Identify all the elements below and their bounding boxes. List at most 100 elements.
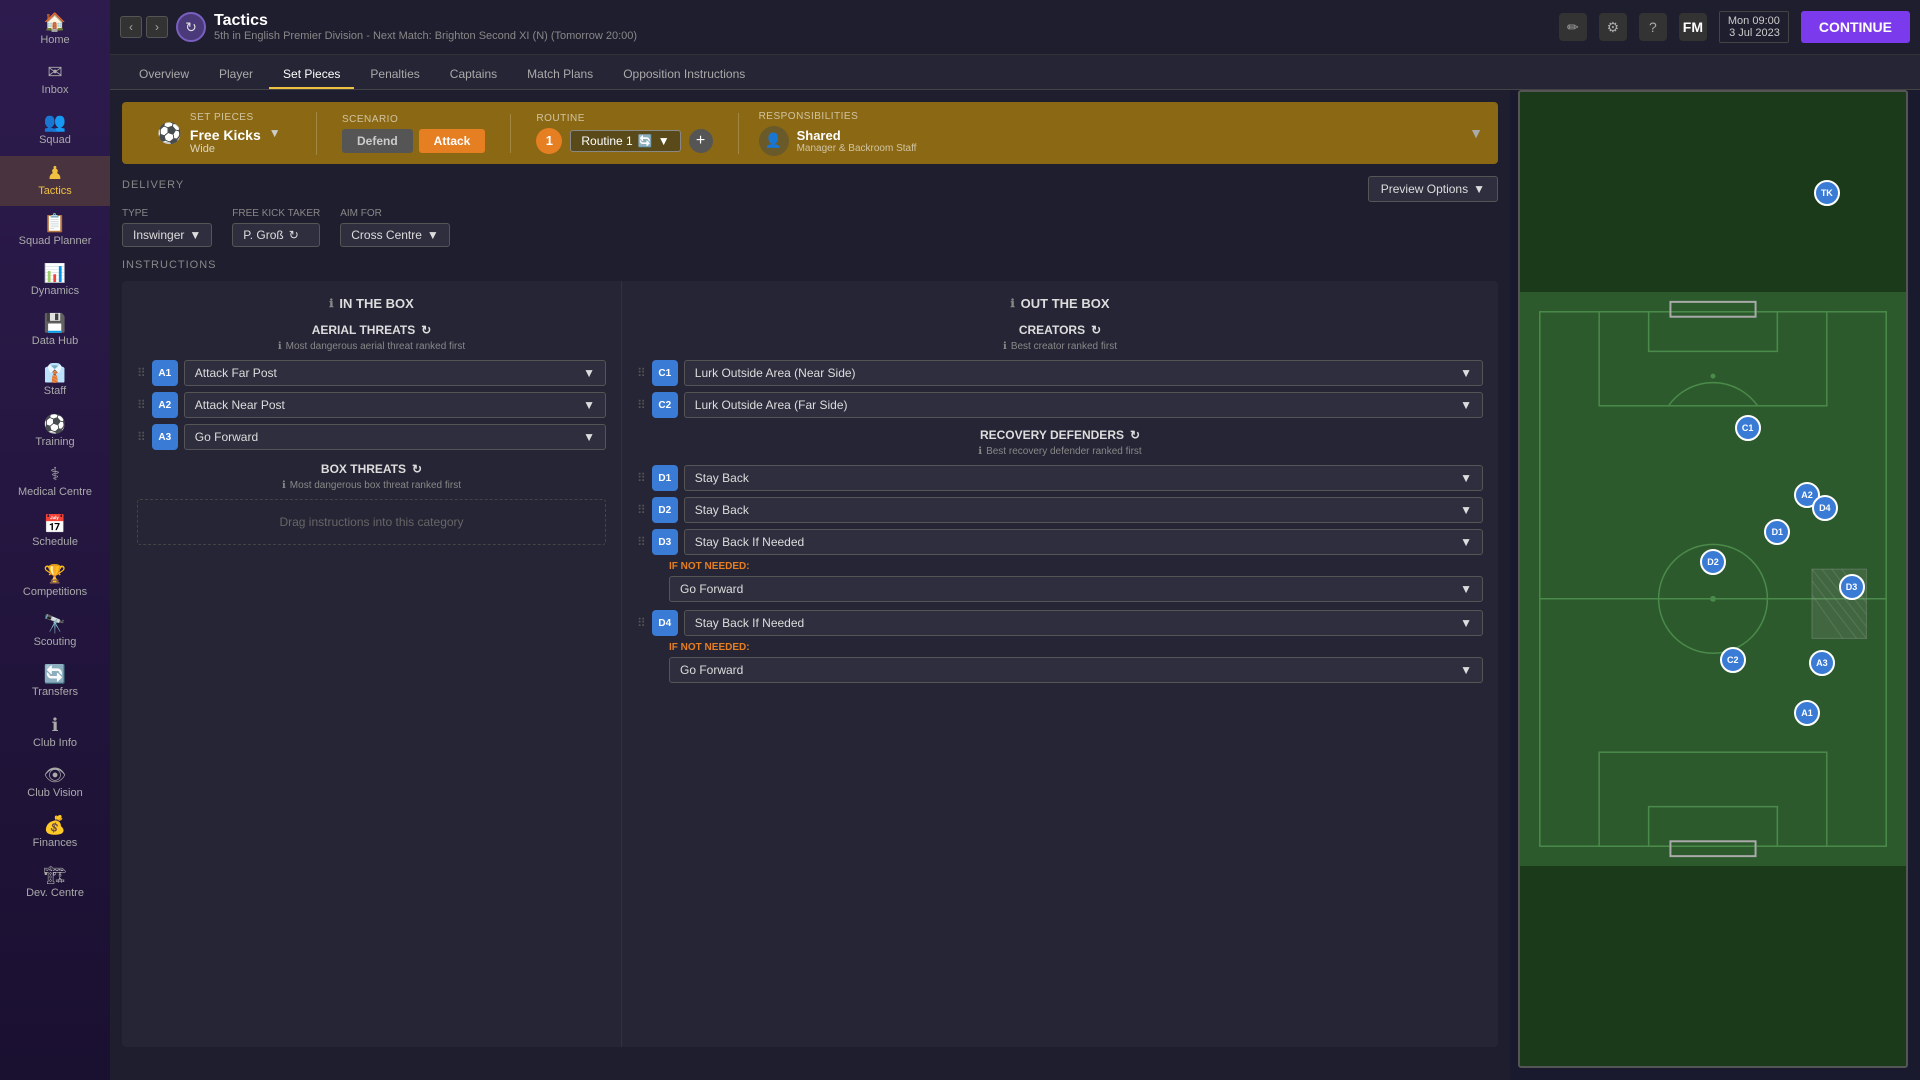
sidebar-item-inbox[interactable]: ✉Inbox (0, 55, 110, 105)
info-icon[interactable]: ? (1639, 13, 1667, 41)
tactics-icon: ♟ (47, 164, 63, 182)
recovery-refresh-icon[interactable]: ↻ (1130, 428, 1140, 442)
instr-select-d1[interactable]: Stay Back ▼ (684, 465, 1483, 491)
drag-handle[interactable]: ⠿ (137, 366, 146, 380)
creators-rows: ⠿ C1 Lurk Outside Area (Near Side) ▼ ⠿ C… (637, 360, 1483, 418)
tab-set-pieces[interactable]: Set Pieces (269, 61, 354, 89)
box-note-icon: ℹ (282, 480, 286, 491)
routine-dropdown[interactable]: Routine 1 🔄 ▼ (570, 130, 680, 152)
free-kick-label: Free Kicks (190, 127, 261, 143)
instr-select-d4[interactable]: Stay Back If Needed ▼ (684, 610, 1483, 636)
staff-icon: 👔 (44, 364, 66, 382)
player-token-tk[interactable]: TK (1814, 180, 1840, 206)
aerial-refresh-icon[interactable]: ↻ (421, 323, 431, 337)
player-token-d1[interactable]: D1 (1764, 519, 1790, 545)
player-token-d2[interactable]: D2 (1700, 549, 1726, 575)
instr-select-c1[interactable]: Lurk Outside Area (Near Side) ▼ (684, 360, 1483, 386)
drag-handle[interactable]: ⠿ (137, 398, 146, 412)
inbox-label: Inbox (42, 84, 69, 97)
sidebar-item-dev-centre[interactable]: 🏗Dev. Centre (0, 858, 110, 908)
instr-select-d3[interactable]: Stay Back If Needed ▼ (684, 529, 1483, 555)
drag-handle[interactable]: ⠿ (637, 616, 646, 630)
player-token-c2[interactable]: C2 (1720, 647, 1746, 673)
creators-refresh-icon[interactable]: ↻ (1091, 323, 1101, 337)
attack-button[interactable]: Attack (419, 129, 486, 153)
page-subtitle: 5th in English Premier Division - Next M… (214, 30, 1559, 42)
free-kick-taker-select[interactable]: P. Groß ↻ (232, 223, 320, 247)
defend-button[interactable]: Defend (342, 129, 413, 153)
shared-sub: Manager & Backroom Staff (797, 143, 917, 154)
set-pieces-label: SET PIECES (190, 112, 261, 123)
if-not-needed-label: IF NOT NEEDED: (669, 642, 1483, 653)
routine-add-button[interactable]: + (689, 129, 713, 153)
pitch-panel: TKC1A2D4D3D1D2C2A3A1 (1518, 90, 1908, 1068)
instr-select-a2[interactable]: Attack Near Post ▼ (184, 392, 606, 418)
drag-handle[interactable]: ⠿ (137, 430, 146, 444)
sidebar-item-transfers[interactable]: 🔄Transfers (0, 657, 110, 707)
dev-centre-icon: 🏗 (44, 866, 67, 884)
transfers-icon: 🔄 (44, 665, 66, 683)
sidebar-item-medical[interactable]: ⚕Medical Centre (0, 457, 110, 507)
continue-button[interactable]: CONTINUE (1801, 11, 1910, 43)
refresh-button[interactable]: ↻ (176, 12, 206, 42)
sidebar-item-schedule[interactable]: 📅Schedule (0, 507, 110, 557)
creator-row-c2: ⠿ C2 Lurk Outside Area (Far Side) ▼ (637, 392, 1483, 418)
if-not-needed-select-d3[interactable]: Go Forward ▼ (669, 576, 1483, 602)
sidebar-item-finances[interactable]: 💰Finances (0, 808, 110, 858)
nav-back[interactable]: ‹ (120, 16, 142, 38)
data-hub-icon: 💾 (44, 314, 66, 332)
instr-select-c2[interactable]: Lurk Outside Area (Far Side) ▼ (684, 392, 1483, 418)
player-token-d3[interactable]: D3 (1839, 574, 1865, 600)
sidebar-item-tactics[interactable]: ♟Tactics (0, 156, 110, 206)
help-icon[interactable]: ⚙ (1599, 13, 1627, 41)
if-not-needed-d4: IF NOT NEEDED: Go Forward ▼ (669, 642, 1483, 683)
drag-handle[interactable]: ⠿ (637, 503, 646, 517)
sidebar-item-staff[interactable]: 👔 Staff (0, 356, 110, 406)
tab-opposition[interactable]: Opposition Instructions (609, 61, 759, 89)
aim-for-select[interactable]: Cross Centre ▼ (340, 223, 450, 247)
type-select[interactable]: Inswinger ▼ (122, 223, 212, 247)
tab-captains[interactable]: Captains (436, 61, 511, 89)
tab-player[interactable]: Player (205, 61, 267, 89)
responsibilities-expand[interactable]: ▼ (1469, 125, 1483, 141)
sidebar-item-dynamics[interactable]: 📊Dynamics (0, 256, 110, 306)
training-label: Training (35, 436, 74, 449)
aerial-row-a3: ⠿ A3 Go Forward ▼ (137, 424, 606, 450)
nav-forward[interactable]: › (146, 16, 168, 38)
sidebar-item-training[interactable]: ⚽Training (0, 407, 110, 457)
instructions-area: ℹ IN THE BOX AERIAL THREATS ↻ ℹ Most dan… (122, 281, 1498, 1047)
fm-icon[interactable]: FM (1679, 13, 1707, 41)
drag-handle[interactable]: ⠿ (637, 398, 646, 412)
player-token-a3[interactable]: A3 (1809, 650, 1835, 676)
sidebar-item-club-info[interactable]: ℹClub Info (0, 708, 110, 758)
box-refresh-icon[interactable]: ↻ (412, 462, 422, 476)
player-token-a1[interactable]: A1 (1794, 700, 1820, 726)
tab-match-plans[interactable]: Match Plans (513, 61, 607, 89)
sidebar-item-data-hub[interactable]: 💾Data Hub (0, 306, 110, 356)
tab-penalties[interactable]: Penalties (356, 61, 433, 89)
player-token-d4[interactable]: D4 (1812, 495, 1838, 521)
staff-label: Staff (44, 385, 66, 398)
player-token-c1[interactable]: C1 (1735, 415, 1761, 441)
recovery-note: ℹ Best recovery defender ranked first (637, 446, 1483, 457)
preview-options-button[interactable]: Preview Options ▼ (1368, 176, 1498, 202)
instr-select-a1[interactable]: Attack Far Post ▼ (184, 360, 606, 386)
type-chevron-icon: ▼ (189, 228, 201, 242)
sidebar-item-squad[interactable]: 👥Squad (0, 105, 110, 155)
routine-controls: 1 Routine 1 🔄 ▼ + (536, 128, 712, 154)
drag-handle[interactable]: ⠿ (637, 535, 646, 549)
edit-icon[interactable]: ✏ (1559, 13, 1587, 41)
free-kicks-expand[interactable]: ▼ (269, 126, 281, 140)
sidebar-item-scouting[interactable]: 🔭Scouting (0, 607, 110, 657)
sidebar-item-competitions[interactable]: 🏆Competitions (0, 557, 110, 607)
drag-handle[interactable]: ⠿ (637, 366, 646, 380)
type-label: TYPE (122, 208, 212, 219)
sidebar-item-squad-planner[interactable]: 📋Squad Planner (0, 206, 110, 256)
sidebar-item-club-vision[interactable]: 👁Club Vision (0, 758, 110, 808)
instr-select-a3[interactable]: Go Forward ▼ (184, 424, 606, 450)
if-not-needed-select-d4[interactable]: Go Forward ▼ (669, 657, 1483, 683)
sidebar-item-home[interactable]: 🏠Home (0, 5, 110, 55)
instr-select-d2[interactable]: Stay Back ▼ (684, 497, 1483, 523)
tab-overview[interactable]: Overview (125, 61, 203, 89)
drag-handle[interactable]: ⠿ (637, 471, 646, 485)
